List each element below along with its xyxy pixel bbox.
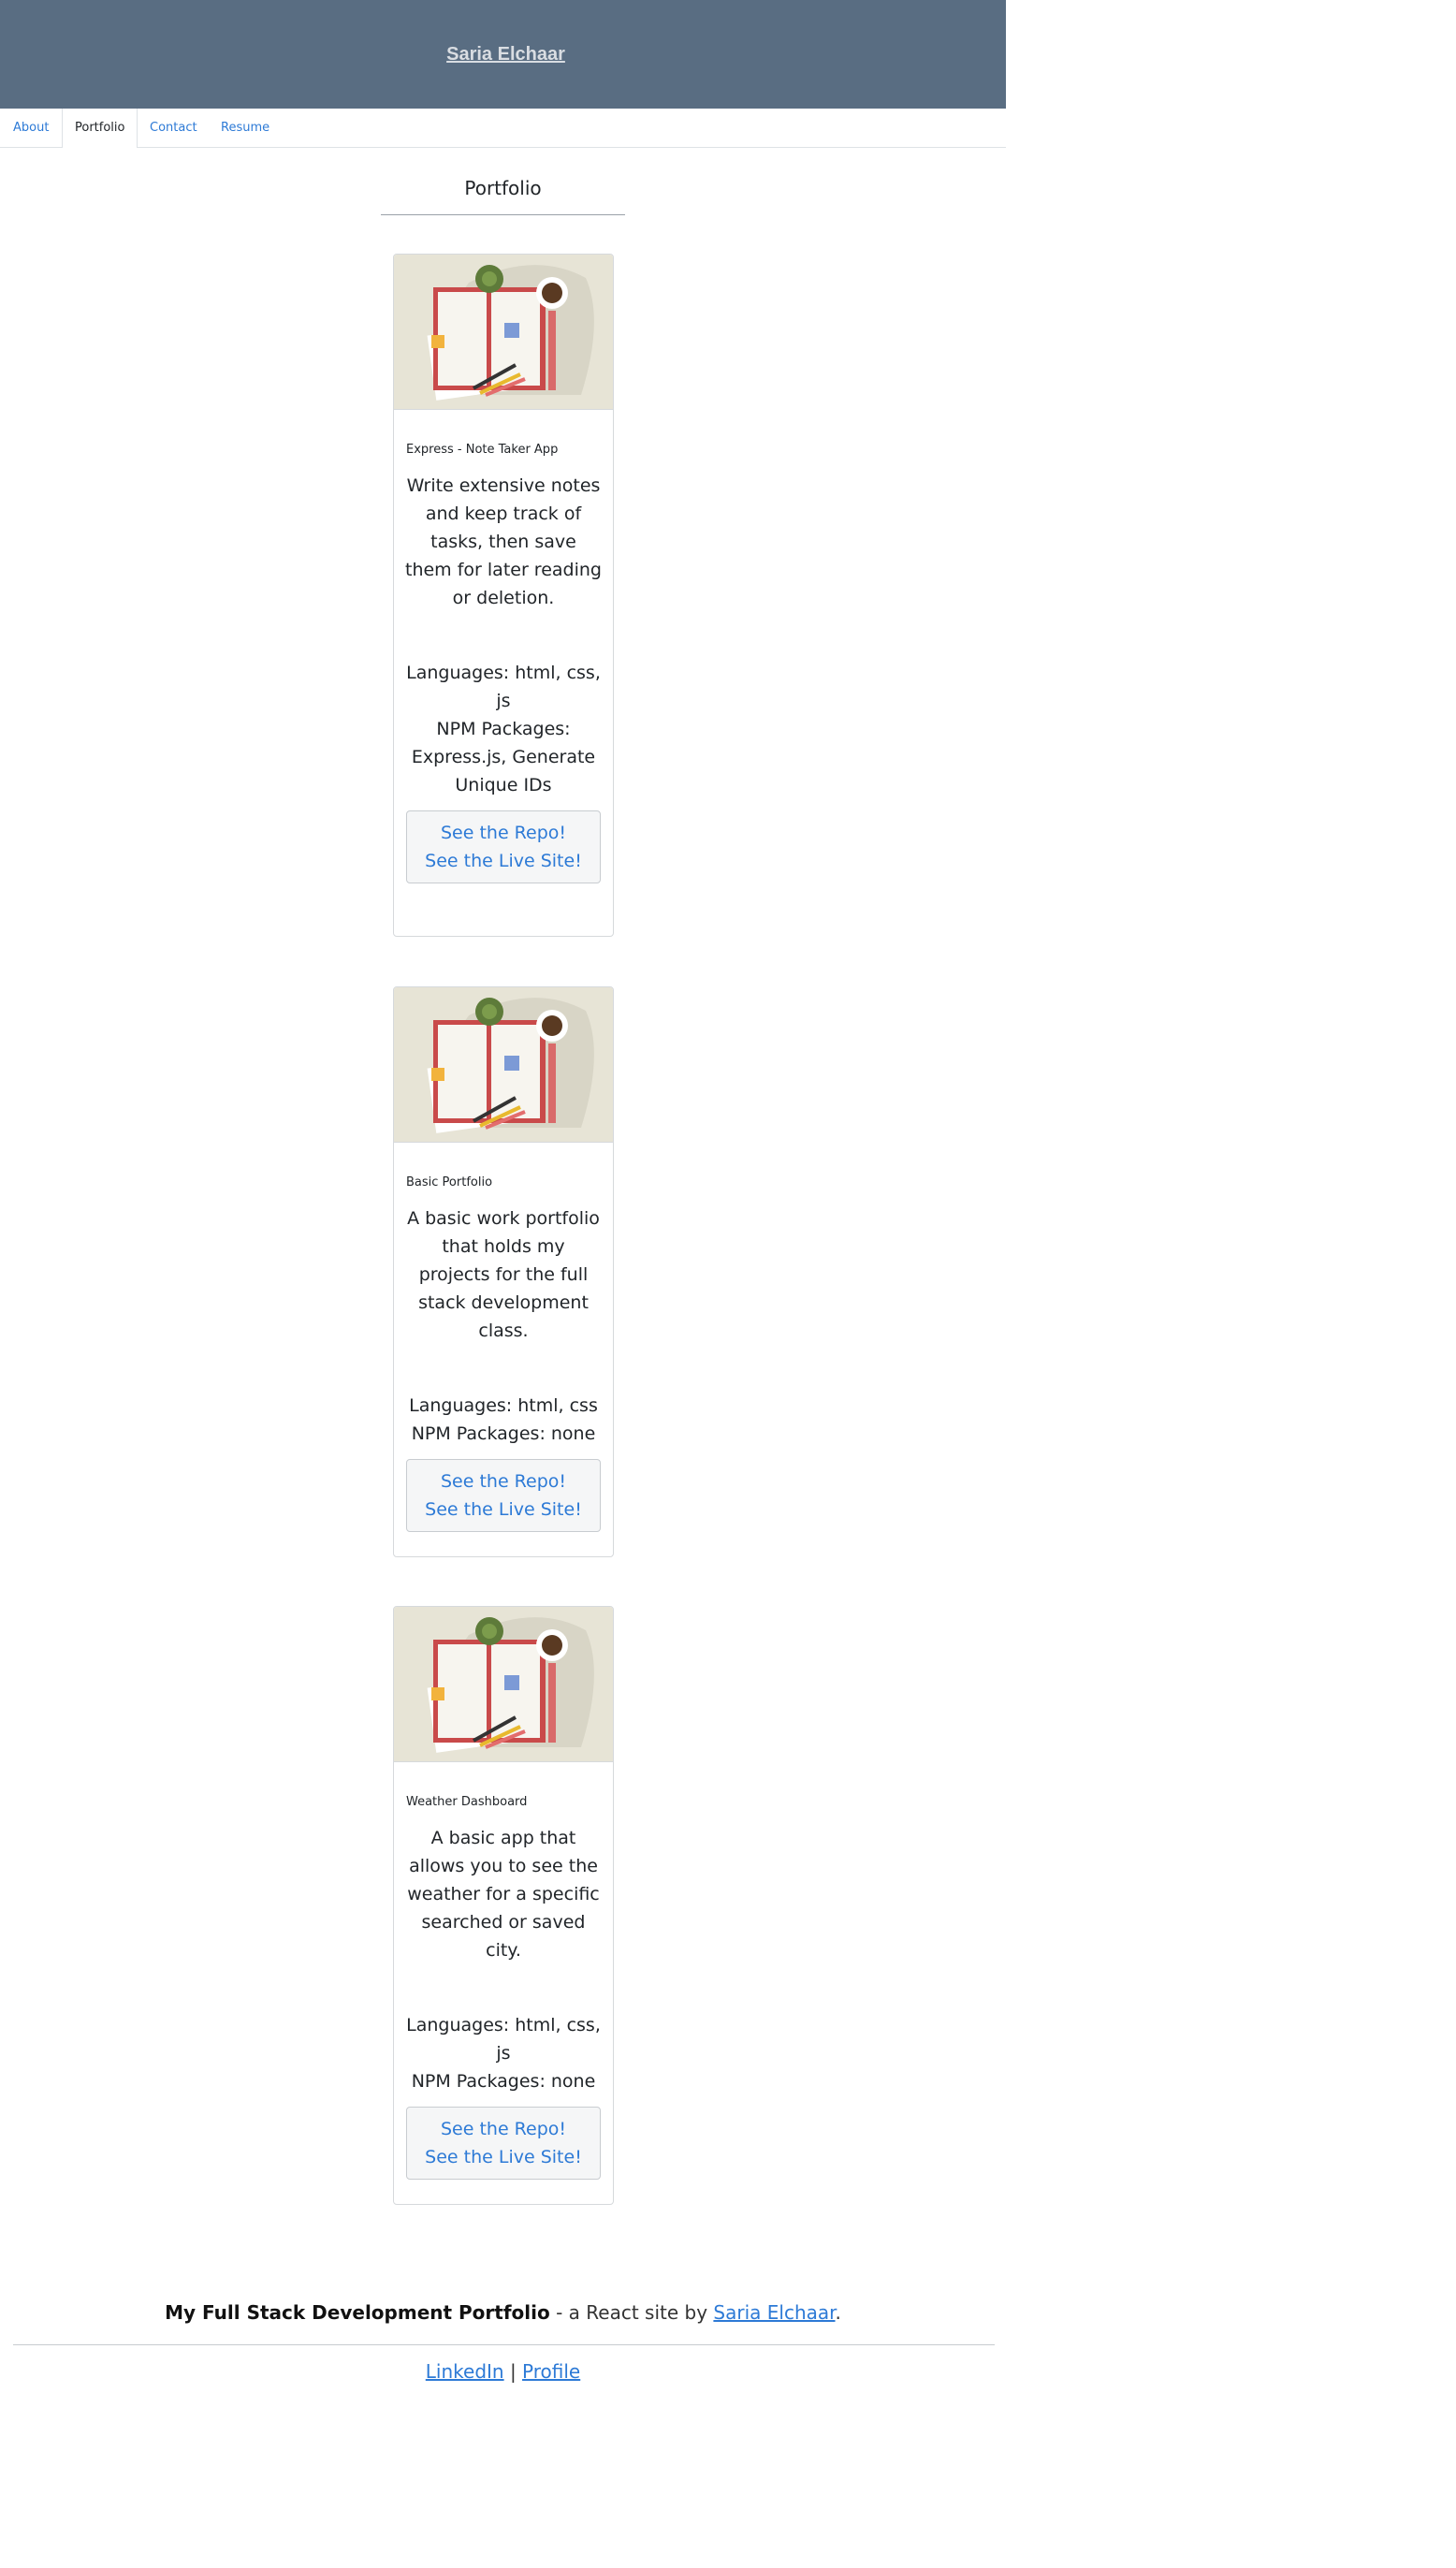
footer-by-text: - a React site by	[549, 2301, 714, 2324]
project-description: Write extensive notes and keep track of …	[405, 475, 602, 608]
tab-about[interactable]: About	[13, 109, 49, 147]
project-image	[394, 255, 613, 410]
footer-author-link[interactable]: Saria Elchaar	[713, 2301, 835, 2324]
project-languages: Languages: html, css, js	[406, 2015, 601, 2064]
tab-portfolio[interactable]: Portfolio	[62, 109, 138, 148]
footer-divider	[13, 2344, 995, 2345]
project-links: See the Repo! See the Live Site!	[406, 1459, 601, 1532]
repo-link[interactable]: See the Repo!	[407, 1467, 600, 1496]
project-card: Express - Note Taker App Write extensive…	[393, 254, 614, 937]
footer-credit: My Full Stack Development Portfolio - a …	[0, 2301, 1006, 2324]
linkedin-link[interactable]: LinkedIn	[426, 2360, 504, 2383]
tab-contact[interactable]: Contact	[150, 109, 197, 147]
notebook-illustration-icon	[427, 265, 594, 401]
repo-link[interactable]: See the Repo!	[407, 819, 600, 847]
notebook-illustration-icon	[427, 998, 594, 1133]
repo-link[interactable]: See the Repo!	[407, 2115, 600, 2143]
notebook-illustration-icon	[427, 1617, 594, 1753]
project-links: See the Repo! See the Live Site!	[406, 2107, 601, 2180]
site-title-link[interactable]: Saria Elchaar	[446, 44, 565, 66]
project-links: See the Repo! See the Live Site!	[406, 810, 601, 883]
live-site-link[interactable]: See the Live Site!	[407, 847, 600, 875]
project-name: Express - Note Taker App	[406, 443, 559, 457]
project-image	[394, 1607, 613, 1762]
project-languages: Languages: html, css, js	[406, 663, 601, 711]
tab-resume[interactable]: Resume	[221, 109, 269, 147]
profile-link[interactable]: Profile	[522, 2360, 580, 2383]
project-packages: NPM Packages: none	[411, 2071, 596, 2092]
footer-separator: |	[503, 2360, 523, 2383]
project-description: A basic app that allows you to see the w…	[407, 1828, 600, 1961]
project-tech: Languages: html, css, js NPM Packages: E…	[405, 659, 602, 799]
project-card: Weather Dashboard A basic app that allow…	[393, 1606, 614, 2205]
nav-tabs: About Portfolio Contact Resume	[0, 109, 1006, 148]
footer-links: LinkedIn | Profile	[0, 2360, 1006, 2383]
live-site-link[interactable]: See the Live Site!	[407, 1496, 600, 1524]
project-image	[394, 987, 613, 1143]
project-packages: NPM Packages: none	[411, 1423, 596, 1444]
project-name: Weather Dashboard	[406, 1795, 528, 1809]
project-card: Basic Portfolio A basic work portfolio t…	[393, 986, 614, 1557]
page-title: Portfolio	[381, 166, 625, 215]
project-tech: Languages: html, css, js NPM Packages: n…	[405, 2011, 602, 2095]
footer-period: .	[835, 2301, 841, 2324]
site-header: Saria Elchaar	[0, 0, 1006, 109]
live-site-link[interactable]: See the Live Site!	[407, 2143, 600, 2171]
project-description: A basic work portfolio that holds my pro…	[407, 1208, 600, 1341]
project-tech: Languages: html, css NPM Packages: none	[405, 1392, 602, 1448]
project-name: Basic Portfolio	[406, 1175, 493, 1189]
footer-site-name: My Full Stack Development Portfolio	[165, 2301, 550, 2324]
project-packages: NPM Packages: Express.js, Generate Uniqu…	[411, 719, 596, 795]
project-languages: Languages: html, css	[409, 1395, 598, 1416]
